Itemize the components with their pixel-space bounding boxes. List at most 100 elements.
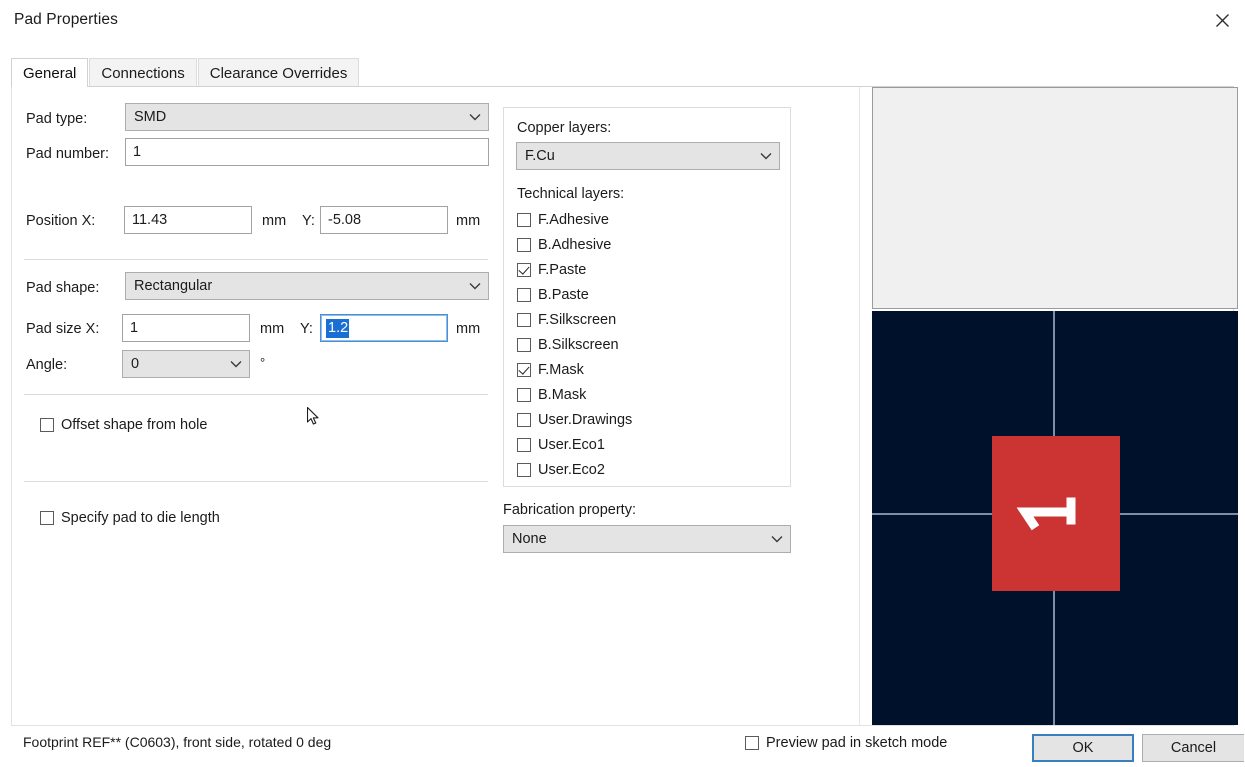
die-length-label: Specify pad to die length <box>61 510 220 526</box>
layer-checkbox-f-mask[interactable]: F.Mask <box>517 362 584 378</box>
copper-layers-label: Copper layers: <box>517 120 612 136</box>
sketch-mode-label: Preview pad in sketch mode <box>766 735 948 751</box>
layer-label-f-adhesive: F.Adhesive <box>538 212 609 228</box>
position-x-label: Position X: <box>26 213 96 229</box>
title-bar: Pad Properties <box>0 0 1245 44</box>
layer-label-b-mask: B.Mask <box>538 387 587 403</box>
fabrication-property-select[interactable]: None <box>503 525 791 553</box>
die-length-checkbox[interactable]: Specify pad to die length <box>40 510 220 526</box>
layer-checkbox-b-silkscreen[interactable]: B.Silkscreen <box>517 337 619 353</box>
pad-type-select[interactable]: SMD <box>125 103 489 131</box>
layer-checkbox-f-adhesive[interactable]: F.Adhesive <box>517 212 609 228</box>
layer-label-f-paste: F.Paste <box>538 262 587 278</box>
pad-size-x-unit: mm <box>260 321 285 337</box>
layer-label-user-eco2: User.Eco2 <box>538 462 605 478</box>
checkbox-icon <box>517 313 531 327</box>
status-text: Footprint REF** (C0603), front side, rot… <box>23 734 332 750</box>
pad-shape-label: Pad shape: <box>26 280 100 296</box>
pad-shape-select[interactable]: Rectangular <box>125 272 489 300</box>
layer-label-f-mask: F.Mask <box>538 362 584 378</box>
angle-value: 0 <box>131 356 140 372</box>
checkbox-icon <box>517 338 531 352</box>
pad-shape-value: Rectangular <box>134 278 213 294</box>
tab-connections[interactable]: Connections <box>89 58 197 87</box>
chevron-down-icon <box>462 282 488 290</box>
layer-checkbox-f-silkscreen[interactable]: F.Silkscreen <box>517 312 616 328</box>
copper-layers-select[interactable]: F.Cu <box>516 142 780 170</box>
chevron-down-icon <box>223 360 249 368</box>
tab-general-label: General <box>23 64 77 82</box>
layer-checkbox-b-paste[interactable]: B.Paste <box>517 287 589 303</box>
layer-label-user-eco1: User.Eco1 <box>538 437 605 453</box>
general-settings-panel: Pad type: SMD Pad number: 1 Position X: … <box>12 87 860 725</box>
checkbox-checked-icon <box>517 263 531 277</box>
ok-button[interactable]: OK <box>1032 734 1134 762</box>
ok-button-label: OK <box>1072 740 1094 756</box>
checkbox-icon <box>517 288 531 302</box>
pad-size-y-value: 1.2 <box>326 318 350 338</box>
checkbox-checked-icon <box>517 363 531 377</box>
tab-panel-general: Pad type: SMD Pad number: 1 Position X: … <box>11 86 1238 726</box>
close-icon[interactable] <box>1199 0 1245 40</box>
checkbox-icon <box>517 238 531 252</box>
cancel-button-label: Cancel <box>1170 740 1217 756</box>
layer-checkbox-user-drawings[interactable]: User.Drawings <box>517 412 632 428</box>
position-y-label: Y: <box>302 213 315 229</box>
tab-general[interactable]: General <box>11 58 89 87</box>
layers-group: Copper layers: F.Cu Technical layers: F.… <box>503 107 791 487</box>
checkbox-icon <box>517 413 531 427</box>
layer-checkbox-b-mask[interactable]: B.Mask <box>517 387 586 403</box>
copper-layers-value: F.Cu <box>525 148 555 164</box>
tab-clearance-overrides[interactable]: Clearance Overrides <box>197 58 360 87</box>
layer-checkbox-b-adhesive[interactable]: B.Adhesive <box>517 237 611 253</box>
position-x-value: 11.43 <box>132 212 168 228</box>
pad-info-preview-pane <box>872 87 1238 309</box>
tab-clearance-overrides-label: Clearance Overrides <box>209 64 348 82</box>
checkbox-icon <box>517 213 531 227</box>
position-x-unit: mm <box>262 213 287 229</box>
checkbox-icon <box>517 438 531 452</box>
layer-label-b-silkscreen: B.Silkscreen <box>538 337 619 353</box>
checkbox-icon <box>40 511 54 525</box>
chevron-down-icon <box>753 152 779 160</box>
checkbox-icon <box>517 388 531 402</box>
tab-connections-label: Connections <box>101 64 185 82</box>
mouse-cursor-icon <box>306 406 321 427</box>
layer-checkbox-f-paste[interactable]: F.Paste <box>517 262 586 278</box>
position-y-value: -5.08 <box>328 212 362 228</box>
pad-size-x-value: 1 <box>130 320 139 336</box>
offset-shape-label: Offset shape from hole <box>61 417 208 433</box>
offset-shape-checkbox[interactable]: Offset shape from hole <box>40 417 207 433</box>
pad-preview-canvas[interactable] <box>872 311 1238 725</box>
chevron-down-icon <box>764 535 790 543</box>
tab-strip: General Connections Clearance Overrides <box>11 58 360 87</box>
angle-select[interactable]: 0 <box>122 350 250 378</box>
layer-checkbox-user-eco2[interactable]: User.Eco2 <box>517 462 605 478</box>
layer-label-b-paste: B.Paste <box>538 287 589 303</box>
layer-label-user-drawings: User.Drawings <box>538 412 633 428</box>
pad-number-value: 1 <box>133 144 142 160</box>
cancel-button[interactable]: Cancel <box>1142 734 1244 762</box>
pad-properties-dialog: Pad Properties General Connections Clear… <box>0 0 1245 767</box>
checkbox-icon <box>517 463 531 477</box>
window-title: Pad Properties <box>14 11 118 28</box>
layer-label-b-adhesive: B.Adhesive <box>538 237 612 253</box>
position-y-input[interactable]: -5.08 <box>320 206 448 234</box>
angle-label: Angle: <box>26 357 68 373</box>
pad-size-y-input[interactable]: 1.2 <box>320 314 448 342</box>
pad-size-y-label: Y: <box>300 321 313 337</box>
divider-position <box>24 259 488 260</box>
pad-type-label: Pad type: <box>26 111 88 127</box>
sketch-mode-checkbox[interactable]: Preview pad in sketch mode <box>745 735 947 751</box>
pad-number-input[interactable]: 1 <box>125 138 489 166</box>
chevron-down-icon <box>462 113 488 121</box>
pad-type-value: SMD <box>134 109 167 125</box>
pad-size-x-input[interactable]: 1 <box>122 314 250 342</box>
pad-size-y-unit: mm <box>456 321 481 337</box>
layer-label-f-silkscreen: F.Silkscreen <box>538 312 617 328</box>
angle-unit: ° <box>260 355 266 370</box>
layer-checkbox-user-eco1[interactable]: User.Eco1 <box>517 437 605 453</box>
fabrication-property-value: None <box>512 531 547 547</box>
pad-number-label: Pad number: <box>26 146 110 162</box>
position-x-input[interactable]: 11.43 <box>124 206 252 234</box>
